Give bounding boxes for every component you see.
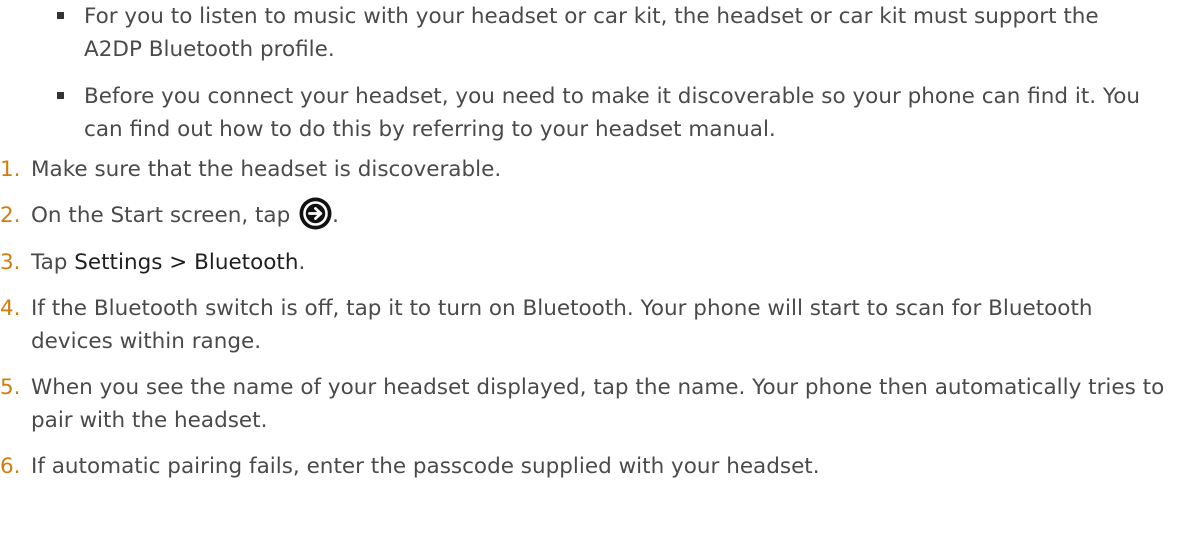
step-number: 4. <box>0 295 21 321</box>
manual-page: For you to listen to music with your hea… <box>0 0 1181 552</box>
step-text: If automatic pairing fails, enter the pa… <box>31 453 820 479</box>
step-item: 5. When you see the name of your headset… <box>0 371 1181 437</box>
step-text-end: . <box>332 203 339 228</box>
step-number: 5. <box>0 374 21 400</box>
step-number: 1. <box>0 157 21 182</box>
step-item: 3. Tap Settings > Bluetooth. <box>0 246 1181 279</box>
step-text: Tap <box>31 249 75 275</box>
step-item: 1. Make sure that the headset is discove… <box>0 153 1181 186</box>
step-number: 2. <box>0 203 21 228</box>
step-item: 6. If automatic pairing fails, enter the… <box>0 450 1181 483</box>
square-bullet-icon <box>57 92 64 99</box>
arrow-right-circle-icon <box>299 197 332 229</box>
step-text: If the Bluetooth switch is off, tap it t… <box>31 295 1093 354</box>
step-item: 4. If the Bluetooth switch is off, tap i… <box>0 292 1181 358</box>
bullet-text: Before you connect your headset, you nee… <box>84 84 1140 142</box>
square-bullet-icon <box>57 12 64 19</box>
settings-bluetooth-term: Settings > Bluetooth <box>74 249 299 275</box>
step-text: When you see the name of your headset di… <box>31 374 1165 433</box>
step-text-end: . <box>298 249 306 275</box>
step-text: Make sure that the headset is discoverab… <box>31 157 502 182</box>
bullet-text: For you to listen to music with your hea… <box>84 4 1099 62</box>
step-number: 3. <box>0 249 21 275</box>
step-number: 6. <box>0 453 21 479</box>
steps-list: 1. Make sure that the headset is discove… <box>0 153 1181 496</box>
note-bullet-list: For you to listen to music with your hea… <box>57 0 1157 160</box>
step-text: On the Start screen, tap <box>31 203 298 228</box>
bullet-item: For you to listen to music with your hea… <box>57 0 1157 66</box>
step-item: 2. On the Start screen, tap . <box>0 197 1181 233</box>
bullet-item: Before you connect your headset, you nee… <box>57 80 1157 146</box>
